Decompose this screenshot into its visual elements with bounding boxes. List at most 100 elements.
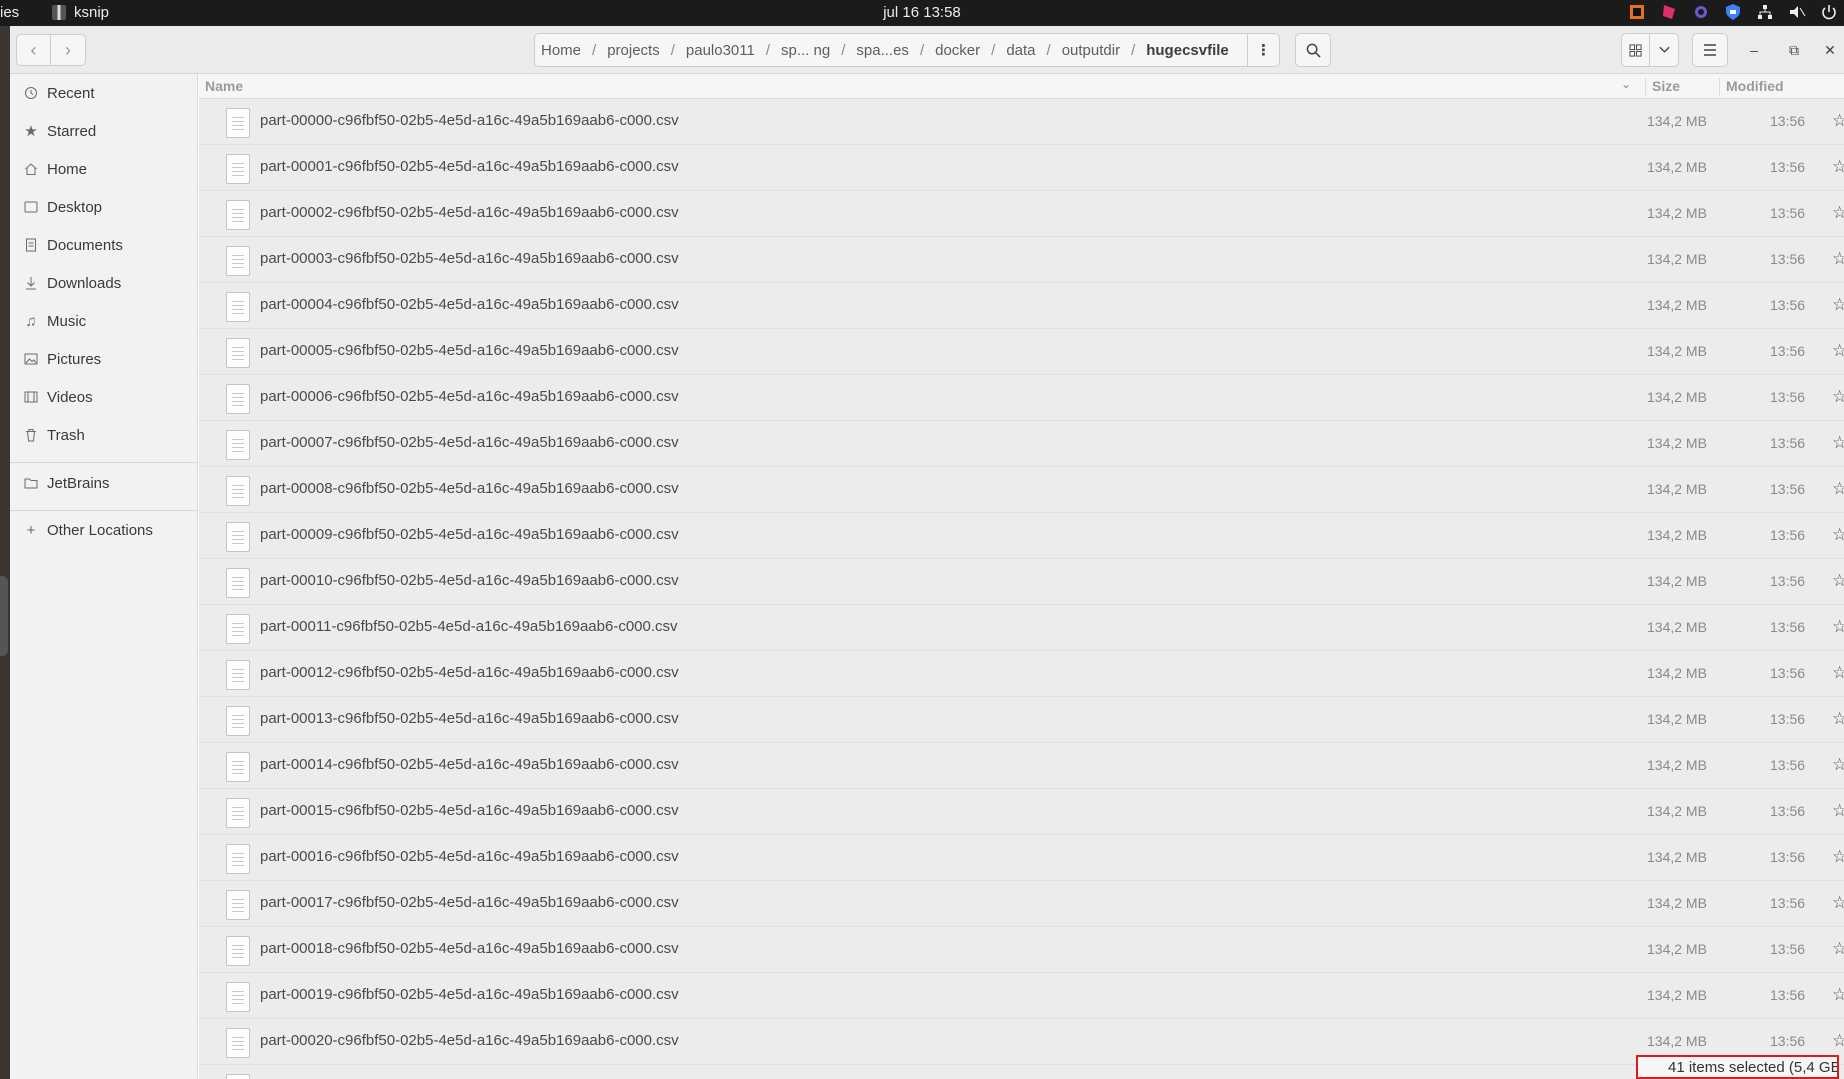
file-row[interactable]: part-00008-c96fbf50-02b5-4e5d-a16c-49a5b… — [199, 467, 1844, 513]
star-toggle-icon[interactable]: ☆ — [1832, 249, 1844, 269]
breadcrumb-hugecsvfile[interactable]: hugecsvfile — [1135, 42, 1240, 59]
star-toggle-icon[interactable]: ☆ — [1832, 111, 1844, 131]
star-toggle-icon[interactable]: ☆ — [1832, 295, 1844, 315]
file-row[interactable]: part-00020-c96fbf50-02b5-4e5d-a16c-49a5b… — [199, 1019, 1844, 1065]
trash-icon — [23, 427, 39, 443]
sidebar-item-jetbrains[interactable]: JetBrains — [10, 464, 198, 502]
path-menu-button[interactable]: ⋮ — [1247, 34, 1279, 66]
view-options-dropdown[interactable] — [1650, 34, 1678, 66]
file-row[interactable]: part-00005-c96fbf50-02b5-4e5d-a16c-49a5b… — [199, 329, 1844, 375]
file-row[interactable]: part-00004-c96fbf50-02b5-4e5d-a16c-49a5b… — [199, 283, 1844, 329]
sidebar-item-home[interactable]: Home — [10, 150, 198, 188]
maximize-button[interactable]: ⧉ — [1782, 38, 1806, 62]
file-row[interactable]: part-00015-c96fbf50-02b5-4e5d-a16c-49a5b… — [199, 789, 1844, 835]
folder-icon — [23, 475, 39, 491]
file-row[interactable]: part-00012-c96fbf50-02b5-4e5d-a16c-49a5b… — [199, 651, 1844, 697]
file-name: part-00012-c96fbf50-02b5-4e5d-a16c-49a5b… — [260, 664, 679, 681]
breadcrumb-spa-es[interactable]: spa...es — [845, 42, 920, 59]
file-row[interactable]: part-00001-c96fbf50-02b5-4e5d-a16c-49a5b… — [199, 145, 1844, 191]
main-menu-button[interactable] — [1692, 33, 1728, 67]
star-toggle-icon[interactable]: ☆ — [1832, 571, 1844, 591]
star-toggle-icon[interactable]: ☆ — [1832, 157, 1844, 177]
star-toggle-icon[interactable]: ☆ — [1832, 801, 1844, 821]
star-toggle-icon[interactable]: ☆ — [1832, 433, 1844, 453]
sidebar-item-recent[interactable]: Recent — [10, 74, 198, 112]
shield-tray-icon[interactable] — [1724, 3, 1742, 21]
file-row[interactable]: part-00019-c96fbf50-02b5-4e5d-a16c-49a5b… — [199, 973, 1844, 1019]
sidebar-item-other-locations[interactable]: + Other Locations — [10, 511, 198, 549]
sidebar-item-label: Desktop — [47, 198, 103, 216]
star-toggle-icon[interactable]: ☆ — [1832, 341, 1844, 361]
file-name: part-00020-c96fbf50-02b5-4e5d-a16c-49a5b… — [260, 1032, 679, 1049]
power-icon[interactable] — [1820, 3, 1838, 21]
bug-tray-icon[interactable] — [1692, 3, 1710, 21]
file-row[interactable]: part-00003-c96fbf50-02b5-4e5d-a16c-49a5b… — [199, 237, 1844, 283]
file-name: part-00001-c96fbf50-02b5-4e5d-a16c-49a5b… — [260, 158, 679, 175]
star-toggle-icon[interactable]: ☆ — [1832, 203, 1844, 223]
sidebar-item-documents[interactable]: Documents — [10, 226, 198, 264]
file-row[interactable]: part-00017-c96fbf50-02b5-4e5d-a16c-49a5b… — [199, 881, 1844, 927]
file-name: part-00010-c96fbf50-02b5-4e5d-a16c-49a5b… — [260, 572, 679, 589]
breadcrumb-paulo3011[interactable]: paulo3011 — [675, 42, 766, 59]
file-row[interactable]: part-00002-c96fbf50-02b5-4e5d-a16c-49a5b… — [199, 191, 1844, 237]
app-tray-icon[interactable] — [1660, 3, 1678, 21]
file-list-view: Name ⌄ Size Modified part-00000-c96fbf50… — [199, 74, 1844, 1079]
star-toggle-icon[interactable]: ☆ — [1832, 663, 1844, 683]
file-row[interactable]: part-00018-c96fbf50-02b5-4e5d-a16c-49a5b… — [199, 927, 1844, 973]
file-row[interactable]: part-00016-c96fbf50-02b5-4e5d-a16c-49a5b… — [199, 835, 1844, 881]
network-icon[interactable] — [1756, 3, 1774, 21]
column-name-header[interactable]: Name — [205, 78, 243, 94]
star-toggle-icon[interactable]: ☆ — [1832, 479, 1844, 499]
file-modified: 13:56 — [1770, 113, 1806, 129]
file-row-partial[interactable] — [199, 1065, 1844, 1079]
grid-view-button[interactable] — [1622, 34, 1651, 66]
volume-muted-icon[interactable] — [1788, 3, 1806, 21]
sidebar-item-starred[interactable]: ★ Starred — [10, 112, 198, 150]
close-button[interactable]: ✕ — [1818, 38, 1842, 62]
minimize-button[interactable]: – — [1742, 38, 1766, 62]
column-size-header[interactable]: Size — [1645, 78, 1680, 96]
star-toggle-icon[interactable]: ☆ — [1832, 985, 1844, 1005]
search-button[interactable] — [1295, 33, 1331, 67]
breadcrumb-home[interactable]: Home — [535, 42, 592, 59]
file-modified: 13:56 — [1770, 803, 1806, 819]
sidebar-item-desktop[interactable]: Desktop — [10, 188, 198, 226]
star-toggle-icon[interactable]: ☆ — [1832, 939, 1844, 959]
file-row[interactable]: part-00010-c96fbf50-02b5-4e5d-a16c-49a5b… — [199, 559, 1844, 605]
star-toggle-icon[interactable]: ☆ — [1832, 1031, 1844, 1051]
sidebar-item-downloads[interactable]: Downloads — [10, 264, 198, 302]
file-row[interactable]: part-00009-c96fbf50-02b5-4e5d-a16c-49a5b… — [199, 513, 1844, 559]
column-modified-header[interactable]: Modified — [1719, 78, 1844, 96]
sidebar-item-music[interactable]: ♫ Music — [10, 302, 198, 340]
breadcrumb-data[interactable]: data — [995, 42, 1046, 59]
star-toggle-icon[interactable]: ☆ — [1832, 387, 1844, 407]
forward-button[interactable]: › — [51, 34, 86, 66]
path-bar: Home / projects / paulo3011 / sp... ng /… — [534, 33, 1280, 67]
star-toggle-icon[interactable]: ☆ — [1832, 893, 1844, 913]
star-toggle-icon[interactable]: ☆ — [1832, 847, 1844, 867]
breadcrumb-docker[interactable]: docker — [924, 42, 991, 59]
breadcrumb-sp-ng[interactable]: sp... ng — [770, 42, 841, 59]
star-toggle-icon[interactable]: ☆ — [1832, 525, 1844, 545]
breadcrumb-outputdir[interactable]: outputdir — [1051, 42, 1131, 59]
file-name: part-00019-c96fbf50-02b5-4e5d-a16c-49a5b… — [260, 986, 679, 1003]
file-row[interactable]: part-00000-c96fbf50-02b5-4e5d-a16c-49a5b… — [199, 99, 1844, 145]
sidebar-item-pictures[interactable]: Pictures — [10, 340, 198, 378]
back-button[interactable]: ‹ — [16, 34, 51, 66]
breadcrumb-projects[interactable]: projects — [596, 42, 671, 59]
file-row[interactable]: part-00011-c96fbf50-02b5-4e5d-a16c-49a5b… — [199, 605, 1844, 651]
grid-icon — [1629, 43, 1642, 57]
music-icon: ♫ — [25, 312, 37, 330]
star-toggle-icon[interactable]: ☆ — [1832, 755, 1844, 775]
sidebar-item-trash[interactable]: Trash — [10, 416, 198, 454]
clock[interactable]: jul 16 13:58 — [0, 4, 1844, 21]
selection-status-text: 41 items selected (5,4 GB — [1668, 1058, 1839, 1076]
file-row[interactable]: part-00014-c96fbf50-02b5-4e5d-a16c-49a5b… — [199, 743, 1844, 789]
star-toggle-icon[interactable]: ☆ — [1832, 617, 1844, 637]
file-row[interactable]: part-00013-c96fbf50-02b5-4e5d-a16c-49a5b… — [199, 697, 1844, 743]
sidebar-item-videos[interactable]: Videos — [10, 378, 198, 416]
star-toggle-icon[interactable]: ☆ — [1832, 709, 1844, 729]
file-row[interactable]: part-00007-c96fbf50-02b5-4e5d-a16c-49a5b… — [199, 421, 1844, 467]
jetbrains-toolbox-icon[interactable] — [1628, 3, 1646, 21]
file-row[interactable]: part-00006-c96fbf50-02b5-4e5d-a16c-49a5b… — [199, 375, 1844, 421]
